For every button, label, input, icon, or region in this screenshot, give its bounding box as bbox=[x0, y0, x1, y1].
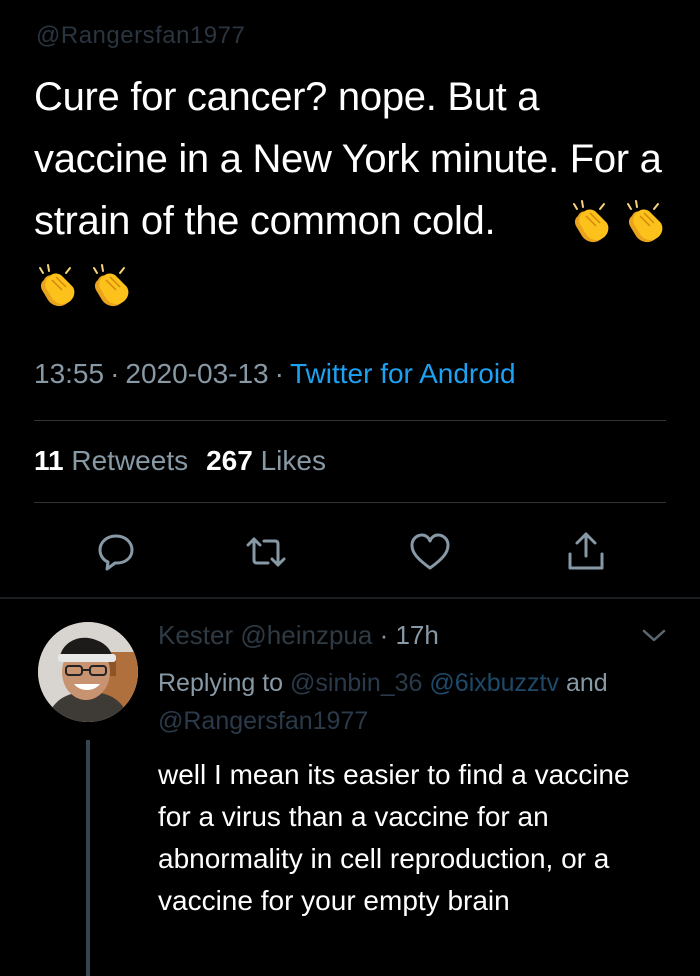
retweets-stat[interactable]: 11 Retweets bbox=[34, 445, 188, 476]
meta-separator: · bbox=[110, 358, 120, 389]
share-button[interactable] bbox=[564, 530, 608, 574]
reply-author-handle[interactable]: @heinzpua bbox=[240, 620, 372, 650]
reply-author-name[interactable]: Kester bbox=[158, 620, 233, 650]
clapping-hands-icon bbox=[86, 262, 134, 310]
section-divider bbox=[0, 597, 700, 599]
reply-separator: · bbox=[379, 620, 389, 650]
tweet-metadata: 13:55 · 2020-03-13 · Twitter for Android bbox=[34, 358, 516, 390]
divider bbox=[34, 502, 666, 503]
replying-prefix: Replying to bbox=[158, 669, 284, 697]
more-options-button[interactable] bbox=[640, 626, 668, 646]
clapping-hands-icon bbox=[566, 198, 614, 246]
likes-stat[interactable]: 267 Likes bbox=[206, 445, 326, 476]
tweet-client-link[interactable]: Twitter for Android bbox=[290, 358, 516, 389]
mention-link[interactable]: @sinbin_36 bbox=[290, 669, 422, 697]
heart-icon bbox=[410, 533, 450, 570]
reply-header: Kester @heinzpua · 17h bbox=[158, 620, 439, 651]
like-button[interactable] bbox=[408, 530, 452, 574]
retweets-label: Retweets bbox=[71, 445, 189, 476]
retweet-button[interactable] bbox=[244, 530, 288, 574]
tweet-date[interactable]: 2020-03-13 bbox=[125, 358, 268, 389]
tweet-time[interactable]: 13:55 bbox=[34, 358, 104, 389]
replying-to: Replying to @sinbin_36 @6ixbuzztv and @R… bbox=[158, 664, 678, 740]
chevron-down-icon bbox=[642, 629, 666, 642]
avatar[interactable] bbox=[38, 622, 138, 722]
comment-icon bbox=[98, 534, 134, 571]
share-icon bbox=[568, 532, 604, 570]
clap-emoji-group bbox=[566, 198, 668, 246]
tweet-author-handle[interactable]: @Rangersfan1977 bbox=[36, 22, 245, 50]
likes-label: Likes bbox=[260, 445, 326, 476]
reply-age: 17h bbox=[395, 620, 439, 650]
tweet-stats: 11 Retweets 267 Likes bbox=[34, 445, 326, 477]
reply-button[interactable] bbox=[94, 530, 138, 574]
divider bbox=[34, 420, 666, 421]
meta-separator: · bbox=[274, 358, 284, 389]
clapping-hands-icon bbox=[620, 198, 668, 246]
likes-count: 267 bbox=[206, 445, 253, 476]
replying-and: and bbox=[565, 669, 608, 697]
clapping-hands-icon bbox=[32, 262, 80, 310]
mention-link[interactable]: @6ixbuzztv bbox=[429, 669, 559, 697]
mention-link[interactable]: @Rangersfan1977 bbox=[158, 707, 368, 735]
clap-emoji-group bbox=[32, 262, 134, 310]
reply-text: well I mean its easier to find a vaccine… bbox=[158, 759, 630, 916]
retweet-icon bbox=[246, 537, 286, 567]
thread-line bbox=[86, 740, 90, 976]
retweets-count: 11 bbox=[34, 445, 64, 476]
